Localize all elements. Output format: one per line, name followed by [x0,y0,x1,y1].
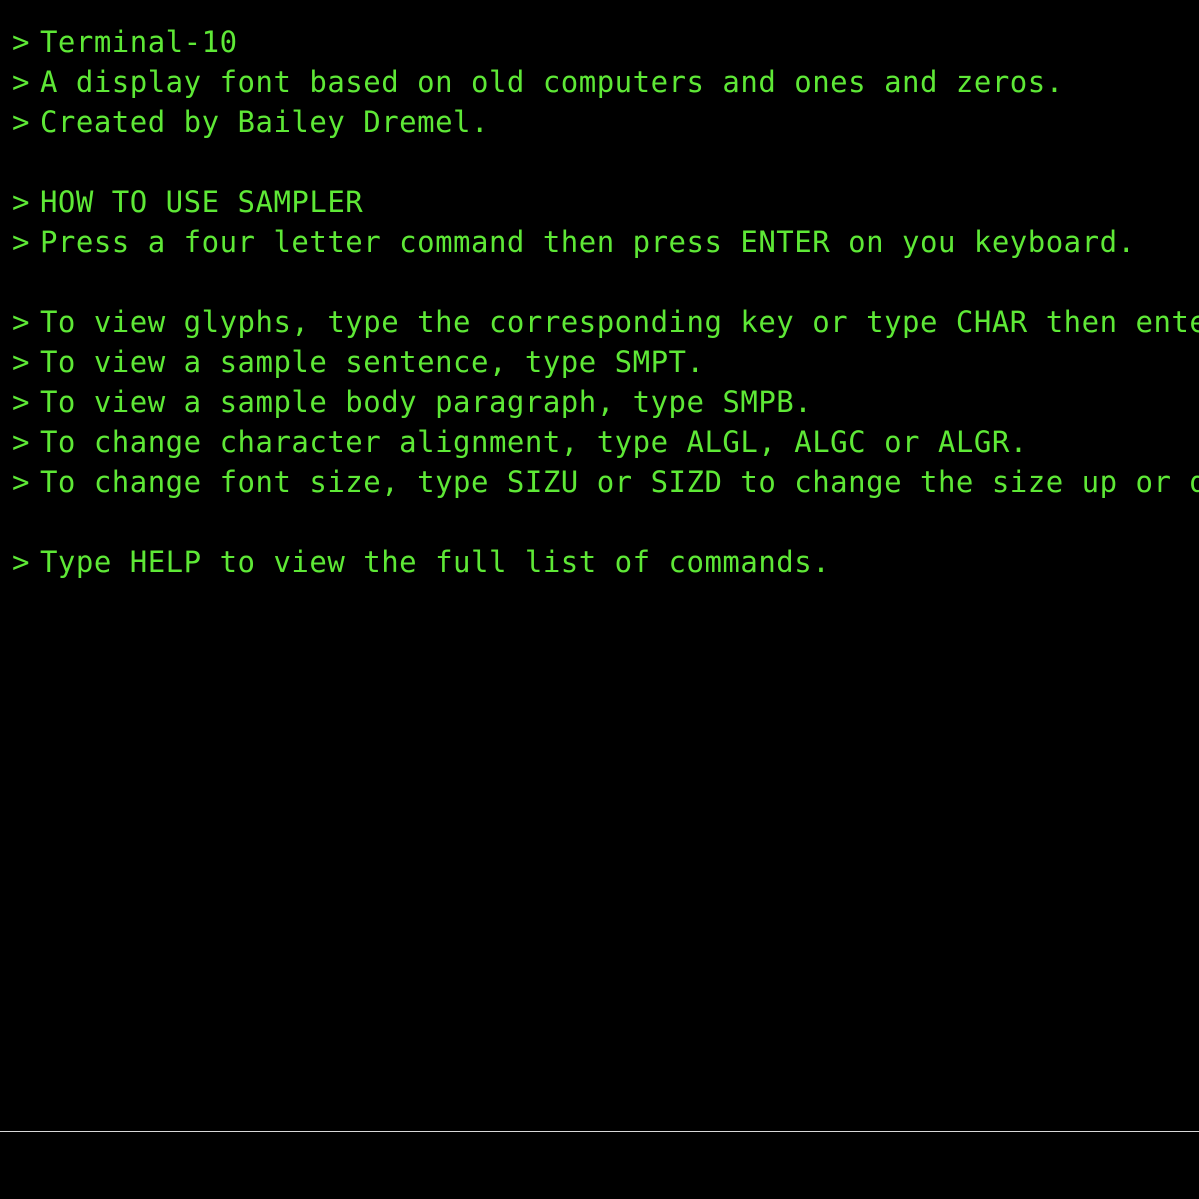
prompt-symbol: > [12,25,30,59]
output-line: > To change character alignment, type ALG… [12,422,1199,462]
line-text: To view a sample body paragraph, type SM… [39,385,813,419]
output-line: > Press a four letter command then press … [12,222,1199,262]
prompt-symbol: > [12,425,30,459]
output-line: > Created by Bailey Dremel. [12,102,1199,142]
output-line: > To view glyphs, type the corresponding … [12,302,1199,342]
output-line: > A display font based on old computers a… [12,62,1199,102]
prompt-symbol: > [12,65,30,99]
line-text: Terminal-10 [39,25,238,59]
terminal-output: > Terminal-10 > A display font based on ol… [12,22,1199,582]
line-text: To view glyphs, type the corresponding k… [39,305,1199,339]
prompt-symbol: > [12,345,30,379]
line-text: A display font based on old computers an… [39,65,1064,99]
line-text: To change character alignment, type ALGL… [39,425,1028,459]
prompt-symbol: > [12,465,30,499]
prompt-symbol: > [12,105,30,139]
line-text: HOW TO USE SAMPLER [39,185,364,219]
output-line: > Type HELP to view the full list of comm… [12,542,1199,582]
command-input[interactable] [0,1132,1199,1199]
output-line: > To change font size, type SIZU or SIZD … [12,462,1199,502]
output-line: > To view a sample body paragraph, type S… [12,382,1199,422]
line-text: Created by Bailey Dremel. [39,105,489,139]
prompt-symbol: > [12,545,30,579]
command-input-area[interactable] [0,1132,1199,1199]
line-text: Press a four letter command then press E… [39,225,1136,259]
output-line: > Terminal-10 [12,22,1199,62]
prompt-symbol: > [12,385,30,419]
prompt-symbol: > [12,185,30,219]
line-text: To view a sample sentence, type SMPT. [39,345,705,379]
line-text: To change font size, type SIZU or SIZD t… [39,465,1199,499]
output-line: > To view a sample sentence, type SMPT. [12,342,1199,382]
prompt-symbol: > [12,305,30,339]
prompt-symbol: > [12,225,30,259]
terminal-screen: > Terminal-10 > A display font based on ol… [0,0,1199,1199]
line-text: Type HELP to view the full list of comma… [39,545,831,579]
output-line: > HOW TO USE SAMPLER [12,182,1199,222]
